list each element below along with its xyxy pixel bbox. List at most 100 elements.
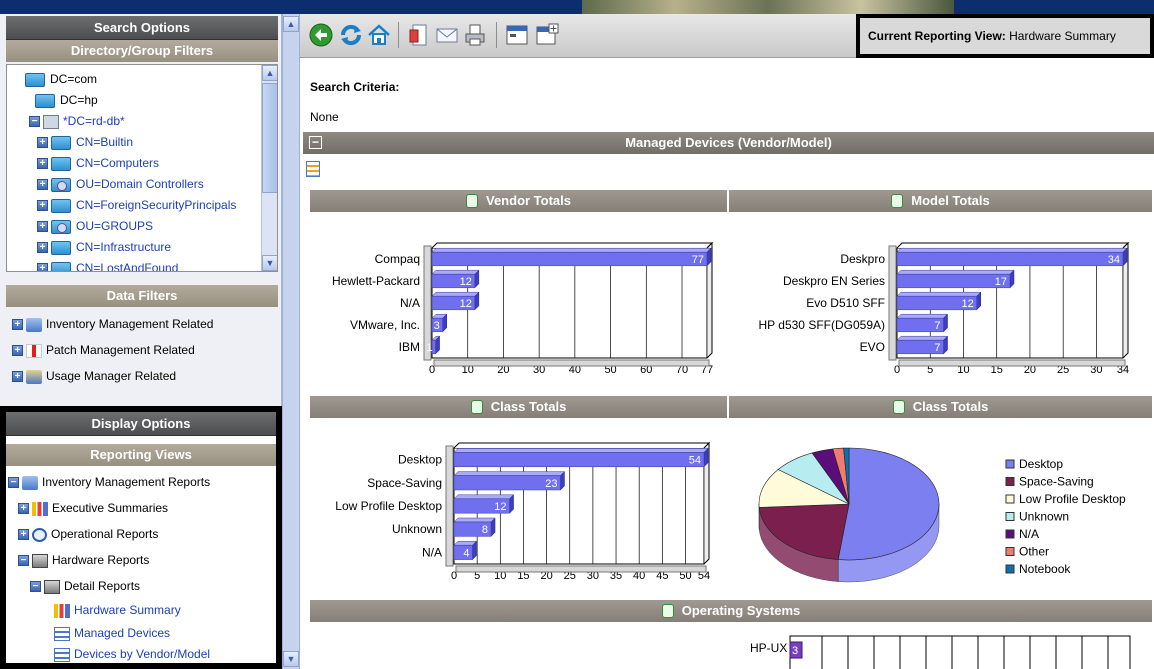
operating-systems-title: Operating Systems — [681, 603, 801, 618]
bar — [431, 251, 708, 267]
filter-inventory[interactable]: + Inventory Management Related — [12, 314, 213, 335]
view-hardware-summary[interactable]: Hardware Summary — [54, 600, 181, 621]
window-icon[interactable] — [504, 22, 530, 48]
bar-top — [453, 471, 566, 476]
chart-h-scrollbar[interactable] — [898, 359, 1126, 367]
view-hardware-reports[interactable]: − Hardware Reports — [18, 550, 149, 571]
category-label: VMware, Inc. — [350, 318, 420, 332]
collapse-icon[interactable]: − — [29, 116, 40, 128]
bar-top — [453, 448, 709, 453]
folder-icon — [25, 72, 45, 87]
category-label: Unknown — [392, 522, 442, 536]
bar — [453, 452, 705, 468]
tree-item-builtin[interactable]: + CN=Builtin — [37, 132, 133, 153]
collapse-icon[interactable]: − — [18, 555, 29, 567]
tree-item-lostandfound[interactable]: + CN=LostAndFound — [37, 258, 178, 271]
folder-icon — [51, 261, 71, 271]
panel-splitter[interactable]: ▲ ▼ — [282, 14, 300, 669]
operating-systems-header: Operating Systems — [310, 600, 1152, 622]
table-view-icon[interactable] — [470, 399, 483, 414]
print-icon[interactable] — [462, 22, 488, 48]
expand-icon[interactable]: + — [18, 503, 29, 515]
tree-item-dc-rd-db[interactable]: − *DC=rd-db* — [29, 111, 125, 132]
list-icon — [54, 647, 70, 662]
collapse-icon[interactable]: − — [30, 581, 41, 593]
view-devices-by-vendor-model[interactable]: Devices by Vendor/Model — [54, 644, 210, 665]
scroll-up-icon[interactable]: ▲ — [283, 16, 299, 32]
expand-icon[interactable]: + — [37, 137, 48, 149]
view-managed-devices[interactable]: Managed Devices — [54, 623, 170, 644]
chart-h-scrollbar[interactable] — [433, 359, 710, 367]
expand-icon[interactable]: + — [37, 263, 48, 271]
tree-item-dc-com[interactable]: DC=com — [25, 69, 97, 90]
refresh-icon[interactable] — [338, 22, 364, 48]
bar-top — [453, 494, 515, 500]
scroll-thumb[interactable] — [262, 83, 277, 193]
category-label: Desktop — [398, 453, 442, 467]
chart-scrollbar[interactable] — [888, 245, 897, 361]
expand-icon[interactable]: + — [37, 179, 48, 191]
scroll-down-icon[interactable]: ▼ — [283, 651, 299, 667]
table-view-icon[interactable] — [466, 193, 478, 208]
model-totals-chart: 0 5 10 15 20 25 30 34Deskpro 34Deskpro EN Series… — [759, 241, 1130, 376]
ou-folder-icon — [51, 177, 71, 192]
chart-scrollbar[interactable] — [445, 445, 454, 567]
expand-icon[interactable]: + — [18, 529, 29, 541]
folder-icon — [35, 93, 55, 108]
expand-icon[interactable]: + — [12, 371, 23, 383]
os-category-label: HP-UX — [750, 641, 787, 655]
tree-scrollbar[interactable]: ▲ ▼ — [261, 65, 277, 271]
expand-icon[interactable]: + — [37, 200, 48, 212]
tree-item-domain-controllers[interactable]: + OU=Domain Controllers — [37, 174, 204, 195]
directory-filters-header[interactable]: Directory/Group Filters — [6, 40, 278, 62]
bar-top — [431, 269, 480, 275]
bar-top — [896, 335, 949, 341]
view-detail-reports[interactable]: − Detail Reports — [30, 576, 140, 597]
data-filters-header[interactable]: Data Filters — [6, 285, 278, 307]
top-banner — [0, 0, 1154, 14]
view-executive-summaries[interactable]: + Executive Summaries — [18, 498, 168, 519]
display-options-header[interactable]: Display Options — [6, 412, 276, 436]
expand-icon[interactable]: + — [37, 158, 48, 170]
category-label: Deskpro — [840, 252, 885, 266]
bar-chart-icon — [32, 501, 48, 516]
table-view-icon[interactable] — [892, 399, 905, 414]
list-view-icon[interactable] — [306, 161, 320, 177]
table-view-icon[interactable] — [891, 193, 904, 208]
back-icon[interactable] — [308, 22, 334, 48]
view-inventory-management-reports[interactable]: − Inventory Management Reports — [8, 472, 210, 493]
os-bar-value: 3 — [792, 645, 798, 657]
expand-icon[interactable]: + — [12, 319, 23, 331]
current-view-value: Hardware Summary — [1009, 29, 1116, 43]
chart-h-scrollbar[interactable] — [455, 565, 707, 573]
filter-patch[interactable]: + Patch Management Related — [12, 340, 195, 361]
export-icon[interactable] — [406, 22, 432, 48]
bar-top — [453, 517, 496, 523]
expand-icon[interactable]: + — [37, 221, 48, 233]
main-content: Current Reporting View: Hardware Summary… — [300, 14, 1154, 669]
legend-swatch — [1005, 494, 1015, 504]
tree-item-dc-hp[interactable]: DC=hp — [35, 90, 98, 111]
scroll-up-icon[interactable]: ▲ — [262, 65, 277, 81]
bar-value-label: 12 — [460, 276, 472, 288]
bar-value-label: 54 — [689, 455, 701, 467]
new-window-icon[interactable] — [534, 22, 560, 48]
expand-icon[interactable]: + — [12, 345, 23, 357]
home-icon[interactable] — [366, 22, 392, 48]
expand-icon[interactable]: + — [37, 242, 48, 254]
legend-label: Desktop — [1019, 457, 1063, 471]
tree-item-infrastructure[interactable]: + CN=Infrastructure — [37, 237, 171, 258]
search-options-header[interactable]: Search Options — [6, 16, 278, 40]
collapse-icon[interactable]: − — [309, 136, 322, 149]
view-operational-reports[interactable]: + Operational Reports — [18, 524, 158, 545]
reporting-views-header[interactable]: Reporting Views — [6, 444, 276, 466]
tree-item-groups[interactable]: + OU=GROUPS — [37, 216, 153, 237]
tree-item-foreign-security[interactable]: + CN=ForeignSecurityPrincipals — [37, 195, 236, 216]
collapse-icon[interactable]: − — [8, 477, 19, 489]
table-view-icon[interactable] — [661, 603, 674, 618]
category-label: Evo D510 SFF — [806, 296, 885, 310]
email-icon[interactable] — [434, 22, 460, 48]
scroll-down-icon[interactable]: ▼ — [262, 255, 277, 271]
filter-usage[interactable]: + Usage Manager Related — [12, 366, 176, 387]
tree-item-computers[interactable]: + CN=Computers — [37, 153, 159, 174]
